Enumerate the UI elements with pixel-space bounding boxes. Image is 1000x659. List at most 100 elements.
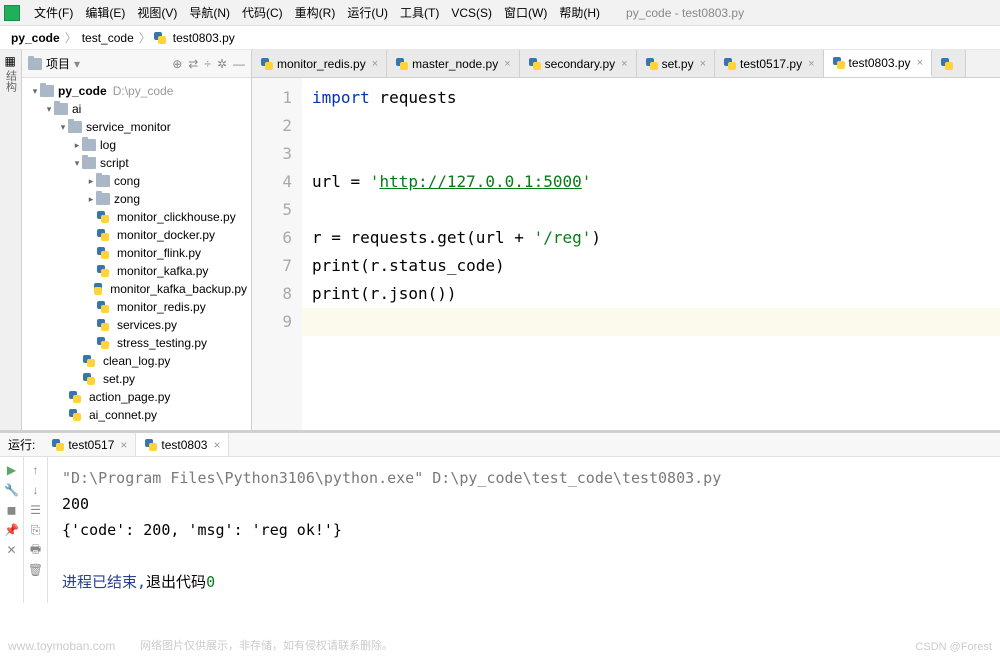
gutter-label: 结构 xyxy=(3,70,19,92)
scroll-icon[interactable]: ⎘ xyxy=(29,523,43,537)
tree-row[interactable]: action_page.py xyxy=(22,388,251,406)
menu-refactor[interactable]: 重构(R) xyxy=(289,4,342,21)
menu-view[interactable]: 视图(V) xyxy=(131,4,183,21)
editor-tab[interactable]: secondary.py× xyxy=(520,50,637,77)
menu-tools[interactable]: 工具(T) xyxy=(394,4,445,21)
project-tool-icon[interactable]: ▦ xyxy=(5,54,17,66)
tree-label: action_page.py xyxy=(89,390,170,404)
close-icon[interactable]: × xyxy=(504,58,510,70)
tab-label: monitor_redis.py xyxy=(277,57,366,71)
print-icon[interactable]: 🖶 xyxy=(29,543,43,557)
close-icon[interactable]: ✕ xyxy=(5,543,19,557)
sidebar-tools: ⊕ ⇄ ÷ ✲ — xyxy=(172,57,245,71)
python-file-icon xyxy=(96,318,110,332)
stop-icon[interactable]: ◼ xyxy=(5,503,19,517)
close-icon[interactable]: × xyxy=(808,58,814,70)
tree-label: set.py xyxy=(103,372,135,386)
tree-label: clean_log.py xyxy=(103,354,170,368)
close-icon[interactable]: × xyxy=(372,58,378,70)
menu-run[interactable]: 运行(U) xyxy=(341,4,394,21)
pin-icon[interactable]: 📌 xyxy=(5,523,19,537)
run-tab[interactable]: test0803× xyxy=(136,433,229,456)
expand-arrow-icon[interactable]: ▸ xyxy=(86,194,96,205)
run-icon[interactable]: ▶ xyxy=(5,463,19,477)
menu-navigate[interactable]: 导航(N) xyxy=(183,4,236,21)
editor-area: monitor_redis.py×master_node.py×secondar… xyxy=(252,50,1000,430)
tree-row[interactable]: services.py xyxy=(22,316,251,334)
tree-row[interactable]: monitor_kafka_backup.py xyxy=(22,280,251,298)
tree-row[interactable]: clean_log.py xyxy=(22,352,251,370)
menu-window[interactable]: 窗口(W) xyxy=(498,4,553,21)
close-icon[interactable]: × xyxy=(700,58,706,70)
menu-edit[interactable]: 编辑(E) xyxy=(79,4,131,21)
hide-icon[interactable]: — xyxy=(233,57,245,71)
tree-row[interactable]: monitor_kafka.py xyxy=(22,262,251,280)
wrench-icon[interactable]: 🔧 xyxy=(5,483,19,497)
tree-row[interactable]: monitor_clickhouse.py xyxy=(22,208,251,226)
code-content[interactable]: import requests url = 'http://127.0.0.1:… xyxy=(302,78,1000,430)
close-icon[interactable]: × xyxy=(213,438,220,452)
crumb-folder[interactable]: test_code xyxy=(79,31,137,45)
editor-tab[interactable]: monitor_redis.py × xyxy=(252,50,387,77)
expand-arrow-icon[interactable]: ▾ xyxy=(58,122,68,133)
locate-icon[interactable]: ⊕ xyxy=(172,57,182,71)
tree-row[interactable]: set.py xyxy=(22,370,251,388)
close-icon[interactable]: × xyxy=(917,57,923,69)
expand-arrow-icon[interactable]: ▸ xyxy=(72,140,82,151)
up-icon[interactable]: ↑ xyxy=(29,463,43,477)
tree-label: zong xyxy=(114,192,140,206)
expand-arrow-icon[interactable]: ▾ xyxy=(72,158,82,169)
python-file-icon xyxy=(940,57,954,71)
crumb-file[interactable]: test0803.py xyxy=(170,31,238,45)
tree-row[interactable]: ▾script xyxy=(22,154,251,172)
tree-row[interactable]: monitor_docker.py xyxy=(22,226,251,244)
editor-tab[interactable]: test0803.py × xyxy=(824,50,932,77)
tab-label: test0803.py xyxy=(849,56,911,70)
editor-tab[interactable]: master_node.py× xyxy=(387,50,520,77)
crumb-root[interactable]: py_code xyxy=(8,31,63,45)
expand-arrow-icon[interactable]: ▸ xyxy=(86,176,96,187)
code-editor[interactable]: 123456789 import requests url = 'http://… xyxy=(252,78,1000,430)
tree-row[interactable]: ▾ai xyxy=(22,100,251,118)
tree-row[interactable]: ▾service_monitor xyxy=(22,118,251,136)
run-tab[interactable]: test0517× xyxy=(43,433,136,456)
tree-row[interactable]: stress_testing.py xyxy=(22,334,251,352)
dropdown-icon[interactable]: ▾ xyxy=(74,57,80,71)
tree-row[interactable]: ▸cong xyxy=(22,172,251,190)
down-icon[interactable]: ↓ xyxy=(29,483,43,497)
python-file-icon xyxy=(96,264,110,278)
menu-file[interactable]: 文件(F) xyxy=(28,4,79,21)
menu-help[interactable]: 帮助(H) xyxy=(553,4,606,21)
python-file-icon xyxy=(832,56,846,70)
python-file-icon xyxy=(96,336,110,350)
settings-icon[interactable]: ✲ xyxy=(217,57,227,71)
expand-arrow-icon[interactable]: ▾ xyxy=(30,86,40,97)
editor-tab[interactable]: test0517.py× xyxy=(715,50,823,77)
tree-row[interactable]: monitor_redis.py xyxy=(22,298,251,316)
tree-row[interactable]: monitor_flink.py xyxy=(22,244,251,262)
wrap-icon[interactable]: ☰ xyxy=(29,503,43,517)
line-number: 5 xyxy=(252,196,292,224)
close-icon[interactable]: × xyxy=(120,438,127,452)
trash-icon[interactable]: 🗑 xyxy=(29,563,43,577)
menu-vcs[interactable]: VCS(S) xyxy=(445,6,498,20)
line-number: 9 xyxy=(252,308,292,336)
window-title: py_code - test0803.py xyxy=(626,6,744,20)
menu-bar: 文件(F) 编辑(E) 视图(V) 导航(N) 代码(C) 重构(R) 运行(U… xyxy=(0,0,1000,26)
tree-root[interactable]: ▾ py_code D:\py_code xyxy=(22,82,251,100)
left-tool-gutter[interactable]: ▦ 结构 xyxy=(0,50,22,430)
tree-row[interactable]: ▸ zong xyxy=(22,190,251,208)
close-icon[interactable]: × xyxy=(621,58,627,70)
tree-label: monitor_docker.py xyxy=(117,228,215,242)
run-label: 运行: xyxy=(0,436,43,453)
expand-arrow-icon[interactable]: ▾ xyxy=(44,104,54,115)
collapse-icon[interactable]: ÷ xyxy=(204,57,211,71)
tree-row[interactable]: ai_connet.py xyxy=(22,406,251,424)
tree-row[interactable]: ▸log xyxy=(22,136,251,154)
editor-tab-overflow[interactable] xyxy=(932,50,966,77)
menu-code[interactable]: 代码(C) xyxy=(236,4,289,21)
folder-icon xyxy=(68,121,82,133)
expand-icon[interactable]: ⇄ xyxy=(188,57,198,71)
editor-tab[interactable]: set.py× xyxy=(637,50,715,77)
console-output[interactable]: "D:\Program Files\Python3106\python.exe"… xyxy=(48,457,1000,603)
